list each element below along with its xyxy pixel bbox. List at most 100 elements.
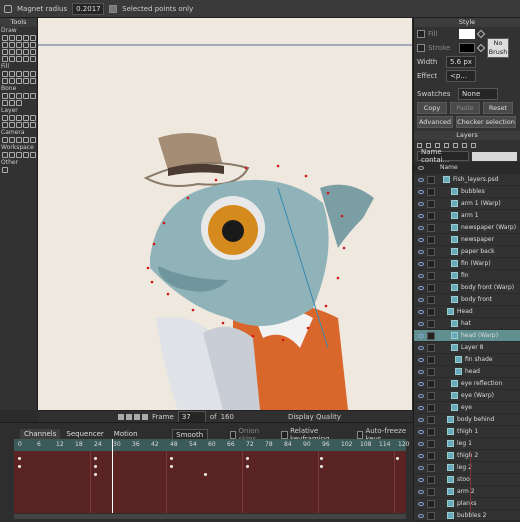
layer-row[interactable]: Layer 8 — [414, 342, 520, 354]
no-brush-button[interactable]: No Brush — [487, 38, 509, 58]
timeline-scrollbar[interactable] — [14, 514, 406, 519]
layer-row[interactable]: leg 1 — [414, 438, 520, 450]
visibility-eye-icon[interactable] — [418, 513, 424, 518]
layer-filter-select[interactable]: Name contai... — [417, 148, 469, 164]
layer-lock-toggle[interactable] — [427, 235, 435, 244]
stroke-eyedropper-icon[interactable] — [476, 43, 486, 53]
visibility-eye-icon[interactable] — [418, 369, 424, 374]
layer-lock-toggle[interactable] — [427, 247, 435, 256]
keyframe-marker[interactable] — [170, 465, 173, 468]
layer-row[interactable]: eye — [414, 402, 520, 414]
keyframe-marker[interactable] — [320, 457, 323, 460]
layer-lock-toggle[interactable] — [427, 379, 435, 388]
visibility-eye-icon[interactable] — [418, 189, 424, 194]
visibility-eye-icon[interactable] — [418, 177, 424, 182]
selected-points-checkbox[interactable] — [109, 4, 118, 13]
visibility-eye-icon[interactable] — [418, 441, 424, 446]
layer-row[interactable]: head — [414, 366, 520, 378]
magnet-radius-field[interactable]: 0.2017 — [72, 2, 105, 15]
layer-lock-toggle[interactable] — [427, 199, 435, 208]
layer-lock-toggle[interactable] — [427, 283, 435, 292]
layer-lock-toggle[interactable] — [427, 463, 435, 472]
layer-row[interactable]: paper back — [414, 246, 520, 258]
layer-search-input[interactable] — [471, 151, 517, 161]
reset-button[interactable]: Reset — [483, 102, 513, 114]
layer-row[interactable]: bubbles — [414, 186, 520, 198]
frame-field[interactable]: 37 — [177, 410, 206, 423]
visibility-eye-icon[interactable] — [418, 201, 424, 206]
layer-row[interactable]: arm 1 — [414, 210, 520, 222]
layer-row[interactable]: newspaper (Warp) — [414, 222, 520, 234]
layer-row[interactable]: Head — [414, 306, 520, 318]
layer-lock-toggle[interactable] — [427, 439, 435, 448]
visibility-eye-icon[interactable] — [418, 417, 424, 422]
visibility-eye-icon[interactable] — [418, 405, 424, 410]
visibility-eye-icon[interactable] — [418, 297, 424, 302]
drawing-canvas[interactable] — [38, 18, 412, 410]
layer-row[interactable]: newspaper — [414, 234, 520, 246]
layer-lock-toggle[interactable] — [427, 259, 435, 268]
layer-lock-toggle[interactable] — [427, 415, 435, 424]
layer-row[interactable]: fin shade — [414, 354, 520, 366]
visibility-eye-icon[interactable] — [418, 285, 424, 290]
other-tools[interactable] — [0, 166, 37, 174]
visibility-eye-icon[interactable] — [418, 477, 424, 482]
visibility-eye-icon[interactable] — [418, 345, 424, 350]
fill-checkbox[interactable] — [417, 30, 425, 38]
layer-lock-toggle[interactable] — [427, 175, 435, 184]
layer-lock-toggle[interactable] — [427, 451, 435, 460]
layer-row[interactable]: stool — [414, 474, 520, 486]
visibility-eye-icon[interactable] — [418, 501, 424, 506]
visibility-eye-icon[interactable] — [418, 381, 424, 386]
keyframe-tracks[interactable] — [14, 439, 471, 513]
copy-button[interactable]: Copy — [417, 102, 447, 114]
visibility-eye-icon[interactable] — [418, 465, 424, 470]
layer-row[interactable]: Fish_layers.psd — [414, 174, 520, 186]
visibility-eye-icon[interactable] — [418, 237, 424, 242]
relative-keyframing-checkbox[interactable] — [281, 430, 289, 439]
playhead[interactable] — [112, 439, 113, 513]
layer-row[interactable]: head (Warp) — [414, 330, 520, 342]
onion-skins-checkbox[interactable] — [229, 430, 237, 439]
visibility-eye-icon[interactable] — [418, 249, 424, 254]
layer-row[interactable]: body front (Warp) — [414, 282, 520, 294]
layer-tools[interactable] — [0, 114, 37, 129]
paste-button[interactable]: Paste — [450, 102, 480, 114]
layer-lock-toggle[interactable] — [427, 211, 435, 220]
layer-row[interactable]: thigh 1 — [414, 426, 520, 438]
keyframe-marker[interactable] — [94, 473, 97, 476]
fill-eyedropper-icon[interactable] — [476, 29, 486, 39]
keyframe-marker[interactable] — [396, 457, 399, 460]
fill-color-swatch[interactable] — [459, 29, 475, 39]
playback-controls[interactable] — [118, 413, 148, 420]
visibility-eye-icon[interactable] — [418, 429, 424, 434]
swatches-select[interactable]: None — [458, 88, 498, 100]
keyframe-marker[interactable] — [204, 473, 207, 476]
layer-lock-toggle[interactable] — [427, 391, 435, 400]
layer-lock-toggle[interactable] — [427, 403, 435, 412]
keyframe-marker[interactable] — [18, 465, 21, 468]
layer-row[interactable]: planks — [414, 498, 520, 510]
keyframe-marker[interactable] — [246, 465, 249, 468]
keyframe-marker[interactable] — [18, 457, 21, 460]
layer-lock-toggle[interactable] — [427, 355, 435, 364]
bone-tools[interactable] — [0, 92, 37, 107]
layer-lock-toggle[interactable] — [427, 307, 435, 316]
width-field[interactable]: 5.6 px — [446, 56, 476, 68]
keyframe-marker[interactable] — [170, 457, 173, 460]
layer-row[interactable]: bubbles 2 — [414, 510, 520, 522]
visibility-eye-icon[interactable] — [418, 261, 424, 266]
visibility-eye-icon[interactable] — [418, 393, 424, 398]
fill-tools[interactable] — [0, 70, 37, 85]
layer-lock-toggle[interactable] — [427, 511, 435, 520]
visibility-eye-icon[interactable] — [418, 489, 424, 494]
layer-lock-toggle[interactable] — [427, 271, 435, 280]
checker-selection-button[interactable]: Checker selection — [456, 116, 516, 128]
layer-row[interactable]: arm 2 — [414, 486, 520, 498]
advanced-button[interactable]: Advanced — [417, 116, 453, 128]
layer-lock-toggle[interactable] — [427, 487, 435, 496]
stroke-color-swatch[interactable] — [459, 43, 475, 53]
visibility-eye-icon[interactable] — [418, 453, 424, 458]
layer-lock-toggle[interactable] — [427, 223, 435, 232]
visibility-eye-icon[interactable] — [418, 213, 424, 218]
